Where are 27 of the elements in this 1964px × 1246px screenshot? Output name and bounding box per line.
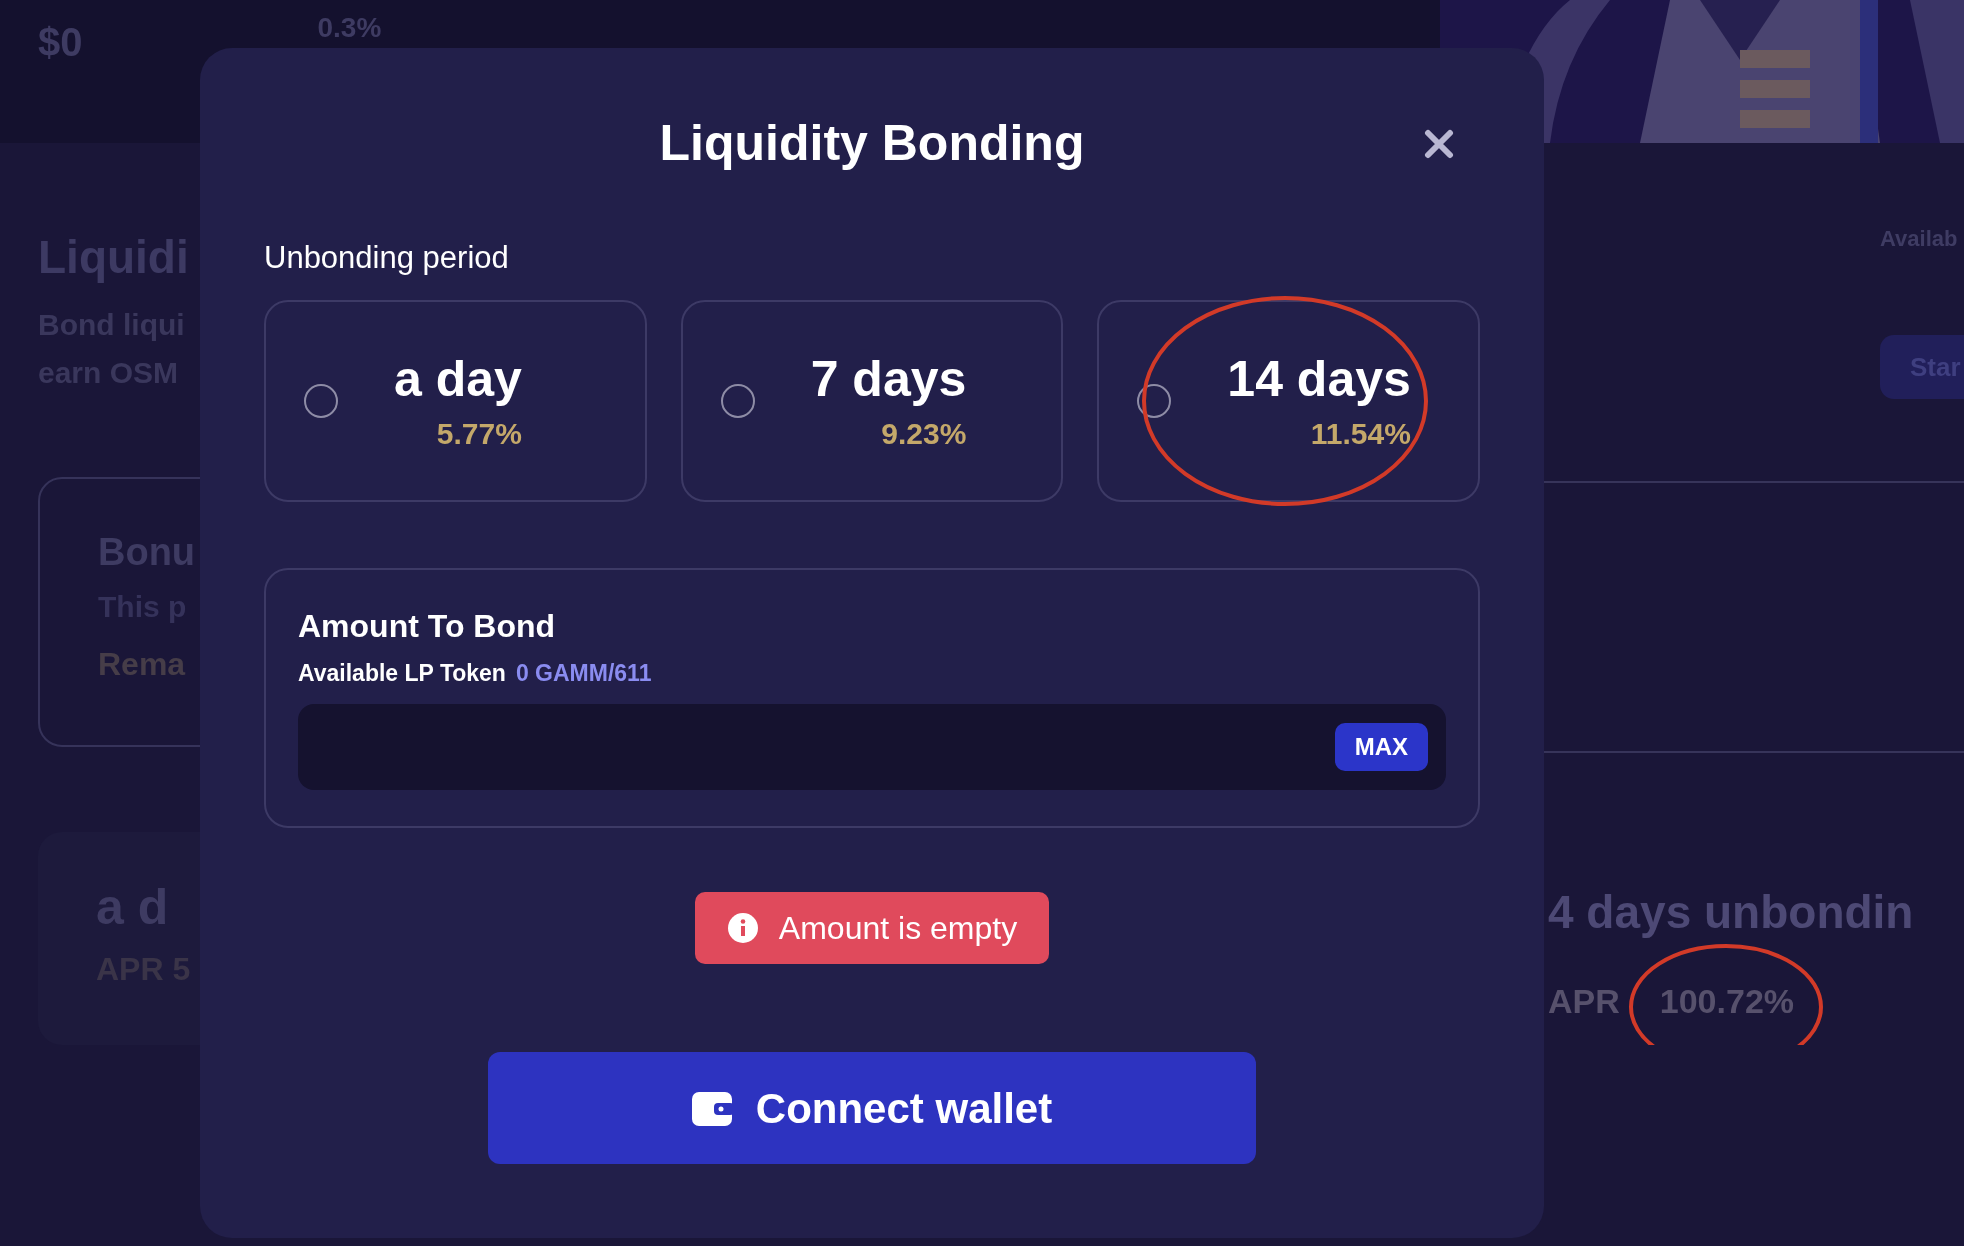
section-label: Unbonding period [264,239,510,277]
close-icon[interactable] [1424,129,1454,159]
bond-card-title: 4 days unbondin [1548,885,1915,940]
period-apr: 5.77% [436,416,522,452]
period-duration: a day [394,350,522,409]
apr-value: 100.72% [1659,981,1795,1021]
period-option[interactable]: 14 days 11.54% [1097,300,1480,502]
amount-title: Amount To Bond [298,607,557,646]
period-duration: 14 days [1227,350,1411,409]
apr-label: APR [1548,981,1620,1021]
available-label: Available LP Token [298,659,506,688]
max-button[interactable]: MAX [1334,723,1428,771]
period-option[interactable]: 7 days 9.23% [680,300,1064,502]
info-icon [726,912,759,944]
period-duration: 7 days [810,350,967,409]
modal-title: Liquidity Bonding [659,114,1085,173]
period-apr: 11.54% [1310,416,1411,452]
radio-button[interactable] [304,384,338,418]
period-option[interactable]: a day 5.77% [264,300,647,502]
amount-input[interactable]: MAX [298,704,1446,790]
period-apr: 9.23% [881,416,967,452]
available-value: 0 GAMM/611 [515,659,652,688]
connect-wallet-button[interactable]: Connect wallet [488,1052,1256,1164]
wallet-icon [691,1090,734,1126]
radio-button[interactable] [1137,384,1172,418]
radio-button[interactable] [720,384,755,418]
error-text: Amount is empty [778,909,1018,948]
